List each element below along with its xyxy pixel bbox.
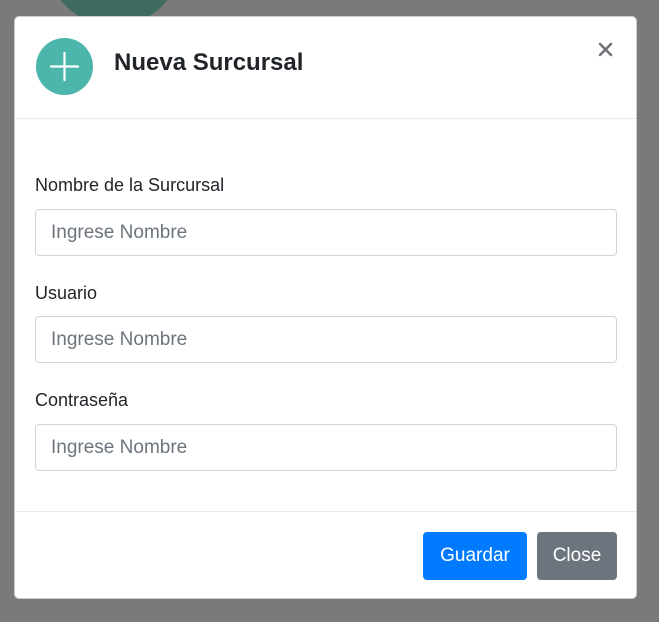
close-button[interactable]: Close (537, 532, 617, 580)
branch-name-input[interactable] (35, 209, 617, 256)
plus-icon (36, 38, 93, 95)
branch-name-label: Nombre de la Surcursal (35, 175, 225, 195)
modal-body: Nombre de la Surcursal Usuario Contraseñ… (15, 119, 636, 511)
modal-title: Nueva Surcursal (114, 49, 304, 76)
new-branch-modal: Nueva Surcursal Nombre de la Surcursal U… (14, 16, 637, 599)
password-input[interactable] (35, 424, 617, 471)
modal-footer: Guardar Close (15, 511, 636, 600)
save-button[interactable]: Guardar (423, 532, 527, 580)
username-label: Usuario (35, 283, 98, 303)
password-label: Contraseña (35, 390, 129, 410)
username-input[interactable] (35, 316, 617, 363)
modal-header: Nueva Surcursal (15, 17, 636, 119)
close-icon[interactable] (595, 39, 617, 61)
